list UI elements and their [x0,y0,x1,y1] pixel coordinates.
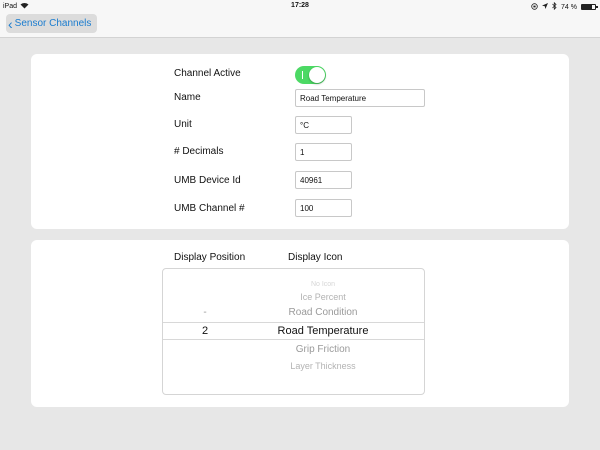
battery-percent: 74 % [561,3,577,11]
status-bar: iPad 17:28 74 % [0,0,600,12]
channel-active-label: Channel Active [174,68,241,79]
picker-icon-option: Road Condition [288,307,358,318]
back-button[interactable]: ‹ Sensor Channels [6,14,97,33]
picker-icon-option: No Icon [310,281,336,288]
name-label: Name [174,92,201,103]
display-position-header: Display Position [174,252,246,263]
display-picker[interactable]: No Icon Ice Percent - Road Condition 2 R… [162,268,425,395]
channel-settings-card: Channel Active Name Road Temperature Uni… [31,54,569,229]
channel-active-toggle[interactable] [295,66,326,84]
picker-icon-option: Grip Friction [295,344,351,355]
decimals-label: # Decimals [174,146,224,157]
location-icon [542,3,549,11]
umb-device-id-field[interactable]: 40961 [295,171,352,189]
picker-position: - [203,307,207,318]
back-button-label: Sensor Channels [14,18,92,29]
unit-label: Unit [174,119,192,130]
picker-icon-option: Ice Percent [300,292,346,302]
picker-position: 2 [201,325,209,337]
display-icon-header: Display Icon [288,252,343,263]
picker-icon-option: Layer Thickness [290,361,356,371]
status-time: 17:28 [291,2,309,9]
display-settings-card: Display Position Display Icon No Icon Ic… [31,240,569,407]
rotation-lock-icon [531,2,538,12]
toggle-on-mark [302,71,303,79]
toggle-knob [309,67,325,83]
decimals-field[interactable]: 1 [295,143,352,161]
name-field[interactable]: Road Temperature [295,89,425,107]
picker-icon-option: Road Temperature [277,325,369,337]
umb-channel-field[interactable]: 100 [295,199,352,217]
umb-device-id-label: UMB Device Id [174,175,241,186]
unit-field[interactable]: °C [295,116,352,134]
battery-icon [581,4,598,10]
chevron-left-icon: ‹ [8,15,13,32]
navigation-bar: ‹ Sensor Channels [0,12,600,38]
status-right: 74 % [531,1,598,12]
bluetooth-icon [552,1,557,12]
umb-channel-label: UMB Channel # [174,203,245,214]
